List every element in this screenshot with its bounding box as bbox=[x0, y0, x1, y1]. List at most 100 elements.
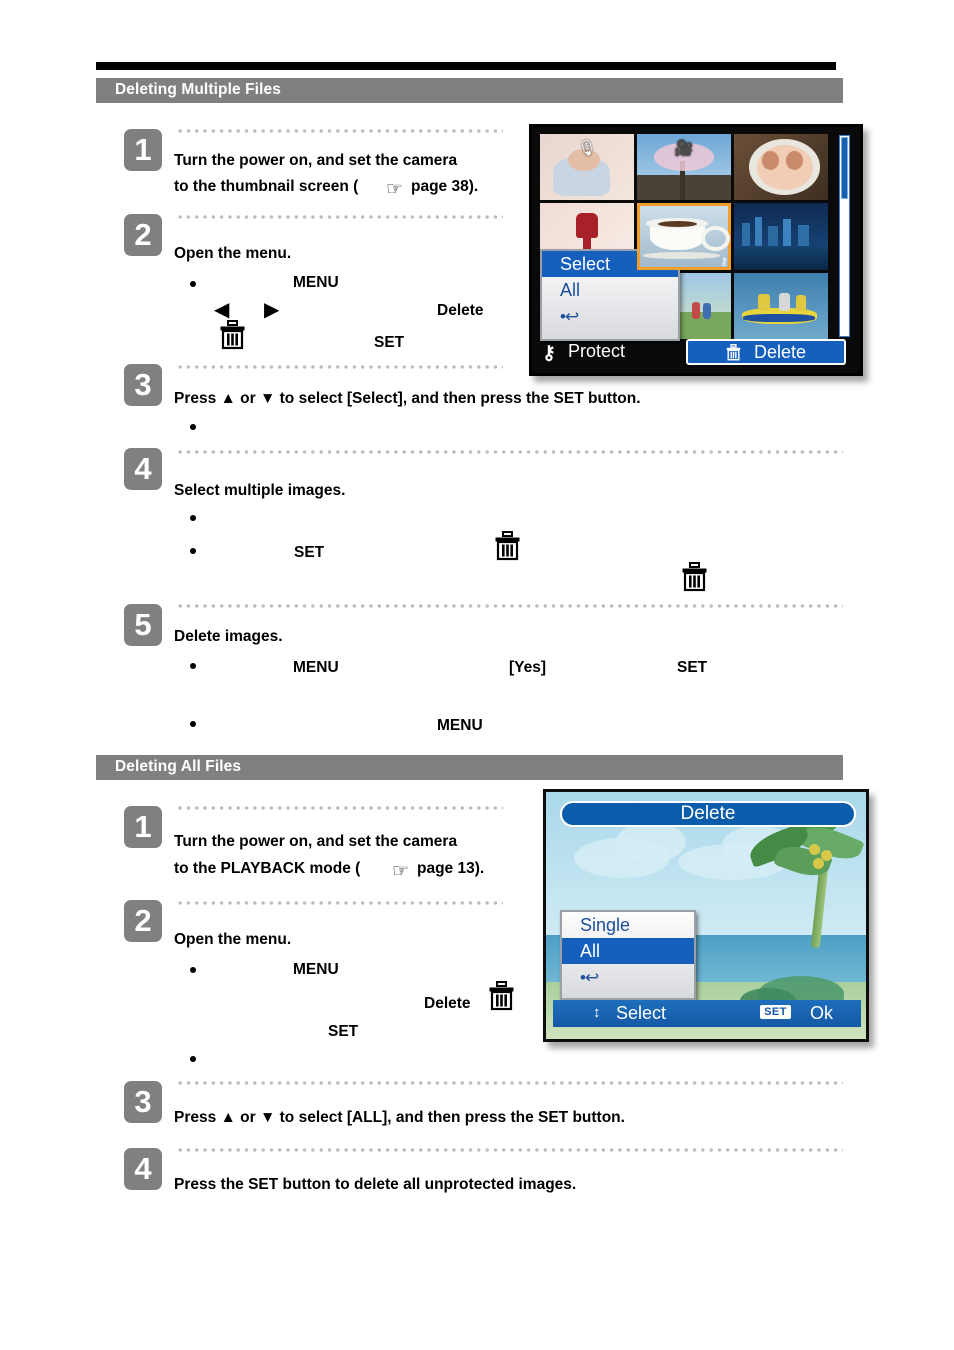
camera-screen-2-bottom-bar: ↕ Select SET Ok bbox=[553, 1000, 861, 1027]
step-separator-1 bbox=[176, 129, 503, 133]
step-badge-b4: 4 bbox=[124, 1148, 162, 1190]
left-arrow-icon: ◀ bbox=[214, 299, 230, 321]
step-b2-delete-label: Delete bbox=[424, 995, 471, 1012]
return-arrow-icon: •↩ bbox=[560, 307, 579, 326]
step-badge-5: 5 bbox=[124, 604, 162, 646]
coconut-1 bbox=[809, 844, 820, 855]
return-arrow-icon-2: •↩ bbox=[580, 968, 599, 987]
step-4-bullet-2 bbox=[190, 548, 196, 554]
delete-button-label: Delete bbox=[753, 342, 807, 362]
step-4-heading: Select multiple images. bbox=[174, 482, 346, 499]
step-badge-b3: 3 bbox=[124, 1081, 162, 1123]
step-5-set-label: SET bbox=[677, 659, 708, 676]
step-2-set-label: SET bbox=[374, 334, 405, 351]
step-badge-2: 2 bbox=[124, 214, 162, 256]
ok-label: Ok bbox=[809, 1003, 833, 1023]
step-badge-1: 1 bbox=[124, 129, 162, 171]
popup2-item-return[interactable]: •↩ bbox=[562, 964, 694, 990]
right-arrow-icon: ▶ bbox=[264, 299, 280, 321]
trash-icon-2 bbox=[494, 531, 521, 566]
section-header-deleting-multiple-files: Deleting Multiple Files bbox=[96, 78, 843, 103]
popup2-item-all[interactable]: All bbox=[562, 938, 694, 964]
cloud-2 bbox=[616, 822, 686, 862]
thumbnail-scrollbar[interactable] bbox=[839, 135, 850, 337]
step-separator-4 bbox=[176, 450, 843, 454]
step-5-bullet-2 bbox=[190, 721, 196, 727]
protect-key-icon: ⚷ bbox=[719, 255, 728, 268]
step-badge-b2: 2 bbox=[124, 900, 162, 942]
trash-icon-3 bbox=[681, 562, 708, 597]
set-key-badge: SET bbox=[760, 1005, 791, 1019]
step-separator-b4 bbox=[176, 1148, 843, 1152]
thumbnail-raft[interactable] bbox=[734, 272, 828, 339]
step-4-bullet-1 bbox=[190, 515, 196, 521]
step-3-bullet-1 bbox=[190, 424, 196, 430]
step-5-heading: Delete images. bbox=[174, 628, 283, 645]
delete-button[interactable]: Delete bbox=[686, 339, 846, 365]
step-2-delete-label: Delete bbox=[437, 302, 484, 319]
popup2-item-single[interactable]: Single bbox=[562, 912, 694, 938]
step-b2-menu-label: MENU bbox=[293, 961, 339, 978]
step-5-yes-label: [Yes] bbox=[509, 659, 547, 676]
thumbnail-coffee-cup[interactable]: ⚷ bbox=[637, 203, 731, 270]
section-title-2: Deleting All Files bbox=[115, 758, 242, 775]
camera-screen-1-bottom-bar: ⚷ Protect Delete bbox=[532, 339, 860, 369]
delete-scope-popup[interactable]: Single All •↩ bbox=[560, 910, 696, 1000]
step-b1-line-2b: page 13). bbox=[417, 860, 485, 877]
step-b2-bullet-2 bbox=[190, 1056, 196, 1062]
step-separator-b2 bbox=[176, 901, 503, 905]
step-1-line-2a: to the thumbnail screen ( bbox=[174, 178, 359, 195]
section-header-deleting-all-files: Deleting All Files bbox=[96, 755, 843, 780]
step-1-line-1: Turn the power on, and set the camera bbox=[174, 152, 458, 169]
step-badge-b1: 1 bbox=[124, 806, 162, 848]
thumbnail-cherry-blossom[interactable]: 🎥 bbox=[637, 134, 731, 201]
key-icon: ⚷ bbox=[542, 343, 556, 364]
step-5-menu-label-2: MENU bbox=[437, 717, 483, 734]
step-2-bullet-1 bbox=[190, 281, 196, 287]
step-badge-3: 3 bbox=[124, 364, 162, 406]
step-separator-3 bbox=[176, 365, 503, 369]
camera-screen-thumbnail-delete: 🎙 🎥 ⚷ Select All •↩ ⚷ Protect Delete bbox=[529, 124, 863, 376]
step-b2-heading: Open the menu. bbox=[174, 931, 292, 948]
manual-page: Deleting Multiple Files 1 Turn the power… bbox=[0, 0, 954, 1350]
thumbnail-city-skyline[interactable] bbox=[734, 203, 828, 270]
delete-menu-title: Delete bbox=[560, 801, 856, 827]
thumbnail-baby[interactable]: 🎙 bbox=[540, 134, 634, 201]
step-5-bullet-1 bbox=[190, 663, 196, 669]
step-separator-b3 bbox=[176, 1081, 843, 1085]
camera-screen-delete-menu: Delete Single All •↩ ↕ Select SET Ok bbox=[543, 789, 869, 1042]
video-camera-icon: 🎥 bbox=[674, 139, 694, 157]
trash-icon-4 bbox=[488, 981, 515, 1016]
step-2-menu-label: MENU bbox=[293, 274, 339, 291]
step-2-heading: Open the menu. bbox=[174, 245, 292, 262]
step-b2-bullet-1 bbox=[190, 967, 196, 973]
step-separator-5 bbox=[176, 604, 843, 608]
step-separator-2 bbox=[176, 215, 503, 219]
step-1-line-2b: page 38). bbox=[411, 178, 479, 195]
up-down-arrow-icon: ↕ bbox=[593, 1004, 601, 1021]
thumbnail-portrait[interactable] bbox=[734, 134, 828, 201]
pointing-hand-icon-2: ☞ bbox=[392, 861, 410, 882]
step-b2-set-label: SET bbox=[328, 1023, 359, 1040]
step-b3-text: Press ▲ or ▼ to select [ALL], and then p… bbox=[174, 1109, 625, 1126]
delete-trash-icon bbox=[726, 344, 741, 366]
trash-icon bbox=[219, 320, 246, 355]
protect-label: Protect bbox=[568, 341, 626, 361]
section-top-rule-1 bbox=[96, 62, 836, 70]
step-b1-line-1: Turn the power on, and set the camera bbox=[174, 833, 458, 850]
step-5-menu-label: MENU bbox=[293, 659, 339, 676]
step-b1-line-2a: to the PLAYBACK mode ( bbox=[174, 860, 361, 877]
popup-item-return[interactable]: •↩ bbox=[542, 303, 678, 329]
step-badge-4: 4 bbox=[124, 448, 162, 490]
step-separator-b1 bbox=[176, 806, 503, 810]
popup-item-all[interactable]: All bbox=[542, 277, 678, 303]
step-b4-text: Press the SET button to delete all unpro… bbox=[174, 1176, 577, 1193]
microphone-icon: 🎙 bbox=[577, 139, 597, 157]
select-label: Select bbox=[616, 1003, 667, 1023]
step-3-text: Press ▲ or ▼ to select [Select], and the… bbox=[174, 390, 641, 407]
thumbnail-scrollbar-thumb[interactable] bbox=[841, 137, 848, 199]
pointing-hand-icon: ☞ bbox=[386, 179, 404, 200]
coconut-3 bbox=[813, 858, 824, 869]
step-4-set-label: SET bbox=[294, 544, 325, 561]
section-title-1: Deleting Multiple Files bbox=[115, 81, 281, 98]
